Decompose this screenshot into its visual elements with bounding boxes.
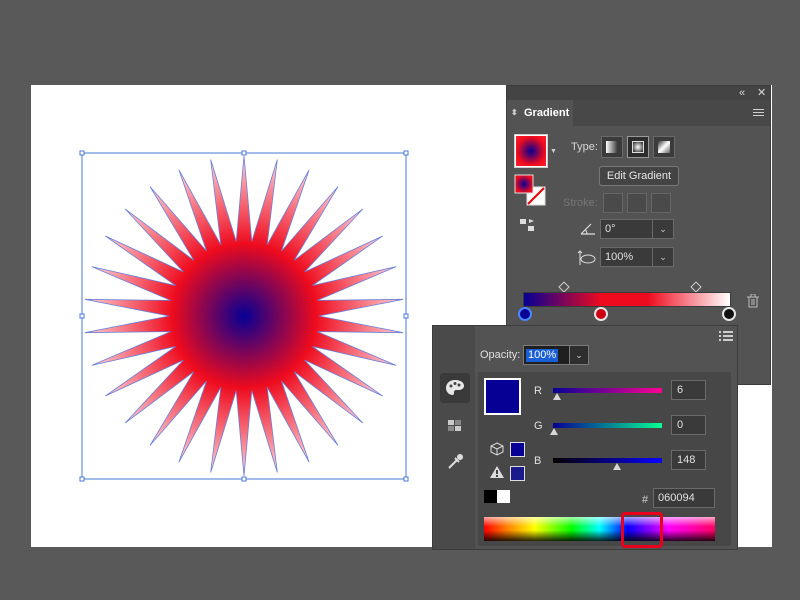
tab-gradient[interactable]: ⬍ Gradient: [507, 100, 573, 126]
color-stop-2[interactable]: [594, 307, 608, 321]
swatch-dropdown-icon[interactable]: ▼: [550, 148, 557, 155]
aspect-ratio-value: 100%: [605, 251, 634, 263]
aspect-ratio-icon: [577, 250, 596, 265]
gamut-swatch[interactable]: [510, 466, 525, 481]
fill-stroke-icon[interactable]: [514, 174, 546, 206]
b-label: B: [534, 455, 542, 467]
g-slider[interactable]: [553, 423, 662, 428]
opacity-label: Opacity:: [480, 349, 521, 361]
edit-gradient-button[interactable]: Edit Gradient: [599, 166, 679, 186]
b-value[interactable]: 148: [671, 450, 706, 470]
current-color-swatch[interactable]: [484, 378, 521, 415]
spectrum-highlight: [621, 512, 663, 548]
tab-gradient-label: Gradient: [524, 107, 570, 119]
star-shape[interactable]: [84, 155, 404, 477]
black-swatch[interactable]: [484, 490, 497, 503]
aspect-ratio-field[interactable]: 100% ⌄: [600, 247, 674, 267]
panel-title-bar[interactable]: « ✕: [507, 86, 770, 100]
palette-icon[interactable]: [440, 373, 470, 403]
opacity-dropdown[interactable]: ⌄: [569, 345, 589, 365]
warning-icon: [490, 466, 504, 478]
tab-arrows-icon: ⬍: [511, 108, 518, 117]
stroke-label: Stroke:: [563, 197, 598, 209]
swatches-icon[interactable]: [440, 411, 470, 441]
color-stop-3[interactable]: [722, 307, 736, 321]
freeform-gradient-button[interactable]: [653, 136, 675, 158]
b-slider[interactable]: [553, 458, 662, 463]
b-slider-thumb[interactable]: [613, 463, 621, 470]
reverse-gradient-icon[interactable]: [518, 216, 536, 234]
stroke-within-button[interactable]: [603, 193, 623, 213]
type-label: Type:: [571, 141, 598, 153]
gradient-slider[interactable]: [523, 292, 731, 307]
color-panel: Opacity: 100% ⌄ R 6 G 0 B 148 # 060094: [432, 325, 738, 550]
eyedropper-icon[interactable]: [440, 446, 470, 476]
trash-icon[interactable]: [747, 294, 759, 308]
angle-field[interactable]: 0° ⌄: [600, 219, 674, 239]
stroke-across-button[interactable]: [651, 193, 671, 213]
g-label: G: [534, 420, 543, 432]
radial-gradient-button[interactable]: [627, 136, 649, 158]
midpoint-diamond[interactable]: [690, 281, 702, 293]
color-spectrum[interactable]: [484, 517, 715, 541]
midpoint-diamond[interactable]: [558, 281, 570, 293]
out-of-web-gamut-icon: [490, 442, 504, 456]
close-icon[interactable]: ✕: [757, 86, 766, 100]
stroke-along-button[interactable]: [627, 193, 647, 213]
collapse-icon[interactable]: «: [739, 86, 745, 100]
angle-icon: [580, 223, 595, 235]
r-slider[interactable]: [553, 388, 662, 393]
r-slider-thumb[interactable]: [553, 393, 561, 400]
hex-hash: #: [642, 494, 649, 506]
color-stop-1[interactable]: [518, 307, 532, 321]
r-label: R: [534, 385, 542, 397]
g-value[interactable]: 0: [671, 415, 706, 435]
chevron-down-icon[interactable]: ⌄: [652, 220, 673, 238]
chevron-down-icon[interactable]: ⌄: [652, 248, 673, 266]
panel-menu-icon[interactable]: [753, 109, 764, 117]
linear-gradient-button[interactable]: [601, 136, 623, 158]
opacity-value: 100%: [526, 349, 559, 362]
tab-bar: ⬍ Gradient: [507, 100, 770, 126]
web-safe-swatch[interactable]: [510, 442, 525, 457]
white-swatch[interactable]: [497, 490, 510, 503]
color-panel-sidebar: [433, 326, 475, 549]
angle-value: 0°: [605, 223, 616, 235]
color-controls: R 6 G 0 B 148 # 060094: [478, 372, 731, 546]
g-slider-thumb[interactable]: [550, 428, 558, 435]
gradient-swatch[interactable]: [514, 134, 548, 168]
list-menu-icon[interactable]: [719, 330, 733, 342]
hex-field[interactable]: 060094: [653, 488, 715, 508]
r-value[interactable]: 6: [671, 380, 706, 400]
